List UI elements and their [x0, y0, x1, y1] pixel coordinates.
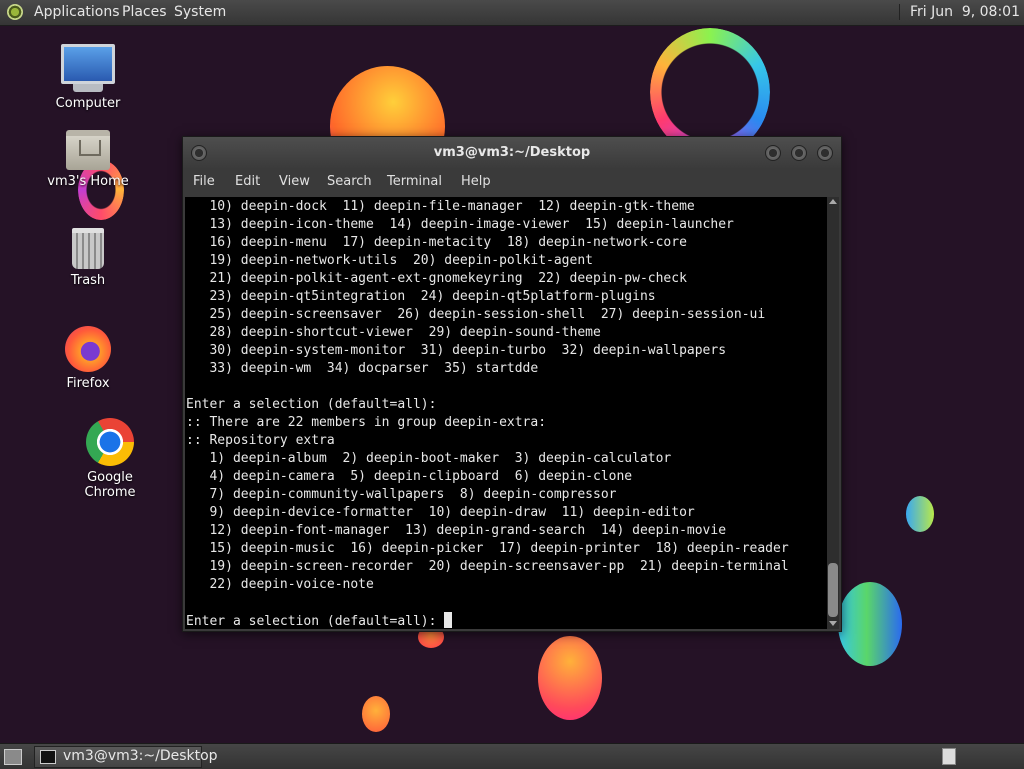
computer-icon: [61, 44, 115, 92]
menu-help[interactable]: Help: [461, 174, 491, 189]
terminal-line: 13) deepin-icon-theme 14) deepin-image-v…: [186, 217, 734, 232]
terminal-line: 10) deepin-dock 11) deepin-file-manager …: [186, 199, 695, 214]
top-panel: Applications Places System Fri Jun 9, 08…: [0, 0, 1024, 26]
menu-view[interactable]: View: [279, 174, 310, 189]
terminal-line: 23) deepin-qt5integration 24) deepin-qt5…: [186, 289, 656, 304]
chrome-icon: [86, 418, 134, 466]
terminal-line: 9) deepin-device-formatter 10) deepin-dr…: [186, 505, 695, 520]
terminal-scrollbar[interactable]: [827, 197, 839, 629]
terminal-line: 22) deepin-voice-note: [186, 577, 374, 592]
menu-search[interactable]: Search: [327, 174, 372, 189]
window-title: vm3@vm3:~/Desktop: [433, 145, 591, 160]
menu-terminal[interactable]: Terminal: [387, 174, 442, 189]
window-titlebar[interactable]: vm3@vm3:~/Desktop: [183, 137, 841, 169]
show-desktop-button[interactable]: [4, 749, 22, 765]
terminal-output-area[interactable]: 10) deepin-dock 11) deepin-file-manager …: [185, 197, 827, 629]
terminal-output: 10) deepin-dock 11) deepin-file-manager …: [186, 198, 789, 629]
desktop-icon-label: Trash: [70, 273, 106, 288]
scroll-up-arrow-icon[interactable]: [829, 199, 837, 204]
wallpaper-small-blue-orb: [906, 496, 934, 532]
scroll-down-arrow-icon[interactable]: [829, 621, 837, 626]
desktop-icon-label: vm3's Home: [47, 174, 129, 189]
menu-edit[interactable]: Edit: [235, 174, 260, 189]
terminal-line: 33) deepin-wm 34) docparser 35) startdde: [186, 361, 539, 376]
terminal-line: 16) deepin-menu 17) deepin-metacity 18) …: [186, 235, 687, 250]
wallpaper-blue-green-orb: [838, 582, 902, 666]
terminal-line: 25) deepin-screensaver 26) deepin-sessio…: [186, 307, 766, 322]
terminal-window: vm3@vm3:~/Desktop File Edit View Search …: [182, 136, 842, 632]
terminal-line: 19) deepin-network-utils 20) deepin-polk…: [186, 253, 593, 268]
desktop-icon-label: Google Chrome: [84, 470, 136, 500]
wallpaper-small-orb: [362, 696, 390, 732]
taskbar-window-label: vm3@vm3:~/Desktop: [63, 748, 218, 764]
terminal-line: :: There are 22 members in group deepin-…: [186, 415, 547, 430]
bottom-panel: vm3@vm3:~/Desktop: [0, 743, 1024, 769]
terminal-line: 7) deepin-community-wallpapers 8) deepin…: [186, 487, 617, 502]
terminal-line: 28) deepin-shortcut-viewer 29) deepin-so…: [186, 325, 601, 340]
taskbar-window-button[interactable]: vm3@vm3:~/Desktop: [34, 746, 218, 768]
menu-places[interactable]: Places: [122, 4, 167, 20]
wallpaper-bottom-orb: [538, 636, 602, 720]
terminal-prompt-line: Enter a selection (default=all):: [186, 612, 789, 629]
text-cursor: [444, 612, 453, 628]
menu-file[interactable]: File: [193, 174, 215, 189]
firefox-icon: [65, 326, 111, 372]
terminal-line: :: Repository extra: [186, 433, 335, 448]
distro-logo-icon[interactable]: [7, 4, 23, 20]
close-button[interactable]: [817, 145, 833, 161]
clock[interactable]: Fri Jun 9, 08:01: [898, 4, 1020, 20]
desktop-icon-chrome[interactable]: Google Chrome: [60, 418, 160, 500]
terminal-line: 4) deepin-camera 5) deepin-clipboard 6) …: [186, 469, 633, 484]
home-folder-icon: [66, 130, 110, 170]
trash-icon: [72, 228, 104, 269]
menu-system[interactable]: System: [174, 4, 226, 20]
terminal-prompt: Enter a selection (default=all):: [186, 614, 445, 629]
terminal-line: 15) deepin-music 16) deepin-picker 17) d…: [186, 541, 789, 556]
menu-applications[interactable]: Applications: [34, 4, 120, 20]
terminal-line: 21) deepin-polkit-agent-ext-gnomekeyring…: [186, 271, 687, 286]
terminal-line: 12) deepin-font-manager 13) deepin-grand…: [186, 523, 727, 538]
desktop-icon-computer[interactable]: Computer: [38, 44, 138, 111]
terminal-line: Enter a selection (default=all):: [186, 397, 437, 412]
terminal-line: 1) deepin-album 2) deepin-boot-maker 3) …: [186, 451, 672, 466]
desktop-icon-label: Firefox: [66, 376, 110, 391]
desktop-icon-trash[interactable]: Trash: [38, 228, 138, 288]
scrollbar-thumb[interactable]: [828, 563, 838, 617]
workspace-switcher[interactable]: [942, 748, 956, 765]
desktop-icon-home[interactable]: vm3's Home: [38, 130, 138, 189]
desktop-icon-firefox[interactable]: Firefox: [38, 326, 138, 391]
minimize-button[interactable]: [765, 145, 781, 161]
desktop-icon-label: Computer: [55, 96, 121, 111]
terminal-line: 19) deepin-screen-recorder 20) deepin-sc…: [186, 559, 789, 574]
terminal-menubar: File Edit View Search Terminal Help: [183, 169, 841, 195]
terminal-line: 30) deepin-system-monitor 31) deepin-tur…: [186, 343, 727, 358]
maximize-button[interactable]: [791, 145, 807, 161]
terminal-icon: [40, 750, 56, 764]
